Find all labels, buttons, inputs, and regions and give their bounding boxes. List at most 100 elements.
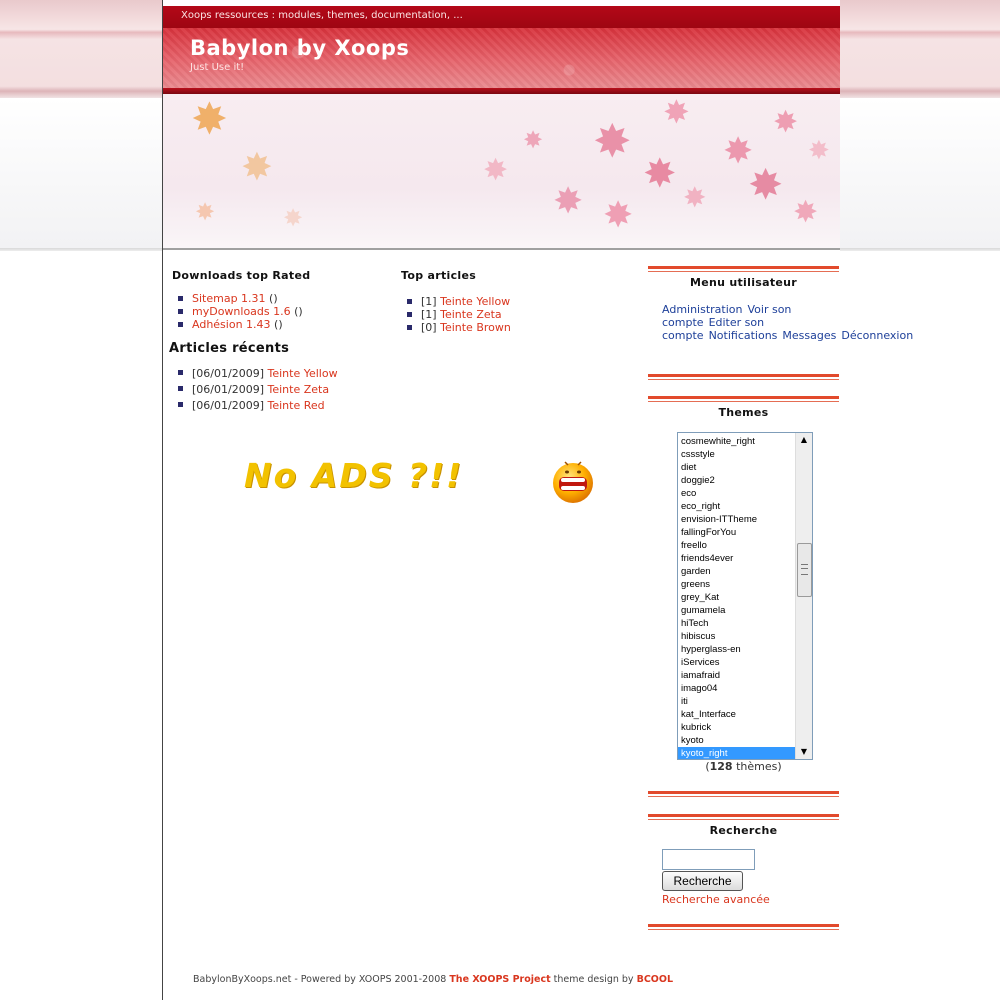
theme-option[interactable]: doggie2 — [678, 474, 795, 487]
sidebar-separator — [648, 791, 839, 798]
theme-option[interactable]: freello — [678, 539, 795, 552]
site-title[interactable]: Babylon by Xoops — [190, 36, 409, 60]
article-link[interactable]: Teinte Yellow — [440, 295, 510, 308]
downloads-top-rated-block: Downloads top Rated Sitemap 1.31 () myDo… — [172, 269, 387, 331]
maple-leaf-icon: ✸ — [748, 160, 784, 209]
theme-option[interactable]: envision-ITTheme — [678, 513, 795, 526]
user-menu-link-administration[interactable]: Administration — [662, 303, 743, 316]
theme-option[interactable]: friends4ever — [678, 552, 795, 565]
theme-option[interactable]: kyoto_right — [678, 747, 795, 759]
themes-title: Themes — [718, 406, 769, 419]
footer-text: BabylonByXoops.net - Powered by XOOPS 20… — [193, 974, 447, 985]
scroll-up-arrow-icon[interactable]: ▲ — [796, 433, 812, 447]
shouting-smiley-icon — [553, 461, 593, 503]
article-count: [1] — [421, 308, 437, 321]
theme-option[interactable]: eco — [678, 487, 795, 500]
user-menu-link-messages[interactable]: Messages — [782, 329, 836, 342]
list-item: [1] Teinte Zeta — [401, 308, 621, 321]
list-item: [1] Teinte Yellow — [401, 295, 621, 308]
theme-option[interactable]: hibiscus — [678, 630, 795, 643]
download-link[interactable]: Sitemap 1.31 — [192, 292, 266, 305]
maple-leaf-icon: ✸ — [483, 153, 509, 188]
maple-leaf-icon: ✸ — [553, 181, 584, 222]
article-date: [06/01/2009] — [192, 367, 264, 380]
footer-design-text: theme design by — [553, 974, 634, 985]
top-bar: Xoops ressources : modules, themes, docu… — [163, 6, 840, 28]
download-link[interactable]: myDownloads 1.6 — [192, 305, 291, 318]
rating-value: () — [274, 318, 283, 331]
maple-leaves-illustration: ✸ ✸ ✸ ✸ ✸ ✸ ✸ ✸ ✸ ✸ ✸ ✸ ✸ ✸ ✸ ✸ ✸ — [163, 94, 840, 250]
theme-option[interactable]: fallingForYou — [678, 526, 795, 539]
theme-option[interactable]: greens — [678, 578, 795, 591]
list-item: Sitemap 1.31 () — [172, 292, 387, 305]
theme-select-list[interactable]: cosmewhite_right cssstyle diet doggie2 eco ec… — [677, 432, 813, 760]
theme-option[interactable]: kat_Interface — [678, 708, 795, 721]
list-item: [06/01/2009] Teinte Red — [172, 398, 409, 414]
download-link[interactable]: Adhésion 1.43 — [192, 318, 271, 331]
sidebar-separator — [648, 374, 839, 381]
maple-leaf-icon: ✸ — [283, 204, 304, 232]
list-item: [06/01/2009] Teinte Yellow — [172, 366, 409, 382]
advanced-search-link[interactable]: Recherche avancée — [662, 893, 770, 906]
maple-leaf-icon: ✸ — [523, 126, 544, 154]
top-bar-text[interactable]: Xoops ressources : modules, themes, docu… — [181, 10, 463, 21]
user-menu-links: Administration Voir son compte Editer son … — [662, 303, 913, 342]
theme-option[interactable]: cssstyle — [678, 448, 795, 461]
maple-leaf-icon: ✸ — [195, 198, 216, 226]
user-menu-link-notifications[interactable]: Notifications — [709, 329, 778, 342]
list-item: myDownloads 1.6 () — [172, 305, 387, 318]
rating-value: () — [294, 305, 303, 318]
scroll-down-arrow-icon[interactable]: ▼ — [796, 745, 812, 759]
header-bottom-rule — [163, 248, 840, 250]
top-articles-title: Top articles — [401, 269, 477, 282]
maple-leaf-icon: ✸ — [191, 94, 228, 145]
maple-leaf-icon: ✸ — [793, 195, 819, 230]
xoops-project-link[interactable]: The XOOPS Project — [449, 974, 550, 985]
user-menu-title: Menu utilisateur — [689, 276, 798, 289]
recent-articles-title: Articles récents — [169, 341, 290, 356]
theme-option[interactable]: hiTech — [678, 617, 795, 630]
theme-option[interactable]: garden — [678, 565, 795, 578]
theme-count-number: 128 — [709, 760, 733, 773]
theme-option[interactable]: imago04 — [678, 682, 795, 695]
theme-list-scrollbar[interactable]: ▲ ▼ — [795, 433, 812, 759]
sidebar-separator — [648, 266, 839, 273]
sidebar-separator — [648, 396, 839, 403]
theme-option[interactable]: kyoto — [678, 734, 795, 747]
theme-option[interactable]: hyperglass-en — [678, 643, 795, 656]
theme-option[interactable]: grey_Kat — [678, 591, 795, 604]
theme-option[interactable]: eco_right — [678, 500, 795, 513]
site-header: Xoops ressources : modules, themes, docu… — [163, 0, 840, 250]
theme-count-label: thèmes) — [736, 760, 782, 773]
theme-option[interactable]: kubrick — [678, 721, 795, 734]
search-input[interactable] — [662, 849, 755, 870]
theme-option[interactable]: diet — [678, 461, 795, 474]
user-menu-link-deconnexion[interactable]: Déconnexion — [841, 329, 913, 342]
scrollbar-thumb[interactable] — [797, 543, 812, 597]
article-link[interactable]: Teinte Brown — [440, 321, 511, 334]
downloads-block-title: Downloads top Rated — [172, 269, 311, 282]
designer-link[interactable]: BCOOL — [637, 974, 673, 985]
article-link[interactable]: Teinte Zeta — [440, 308, 502, 321]
theme-option[interactable]: iamafraid — [678, 669, 795, 682]
recent-articles-block: Articles récents [06/01/2009] Teinte Yel… — [169, 341, 409, 414]
theme-option[interactable]: gumamela — [678, 604, 795, 617]
maple-leaf-icon: ✸ — [593, 114, 632, 168]
list-item: [0] Teinte Brown — [401, 321, 621, 334]
list-item: [06/01/2009] Teinte Zeta — [172, 382, 409, 398]
theme-options: cosmewhite_right cssstyle diet doggie2 eco ec… — [678, 435, 795, 759]
article-link[interactable]: Teinte Yellow — [267, 367, 337, 380]
theme-count: (128 thèmes) — [648, 760, 839, 773]
search-button[interactable]: Recherche — [662, 871, 743, 891]
maple-leaf-icon: ✸ — [643, 151, 677, 197]
search-title: Recherche — [709, 824, 778, 837]
article-link[interactable]: Teinte Zeta — [267, 383, 329, 396]
theme-option[interactable]: cosmewhite_right — [678, 435, 795, 448]
no-ads-banner: No ADS ?!! — [244, 456, 464, 495]
top-articles-list: [1] Teinte Yellow [1] Teinte Zeta [0] Te… — [401, 295, 621, 334]
theme-option[interactable]: iServices — [678, 656, 795, 669]
downloads-list: Sitemap 1.31 () myDownloads 1.6 () Adhés… — [172, 292, 387, 331]
top-articles-block: Top articles [1] Teinte Yellow [1] Teint… — [401, 269, 621, 334]
article-link[interactable]: Teinte Red — [267, 399, 324, 412]
theme-option[interactable]: iti — [678, 695, 795, 708]
